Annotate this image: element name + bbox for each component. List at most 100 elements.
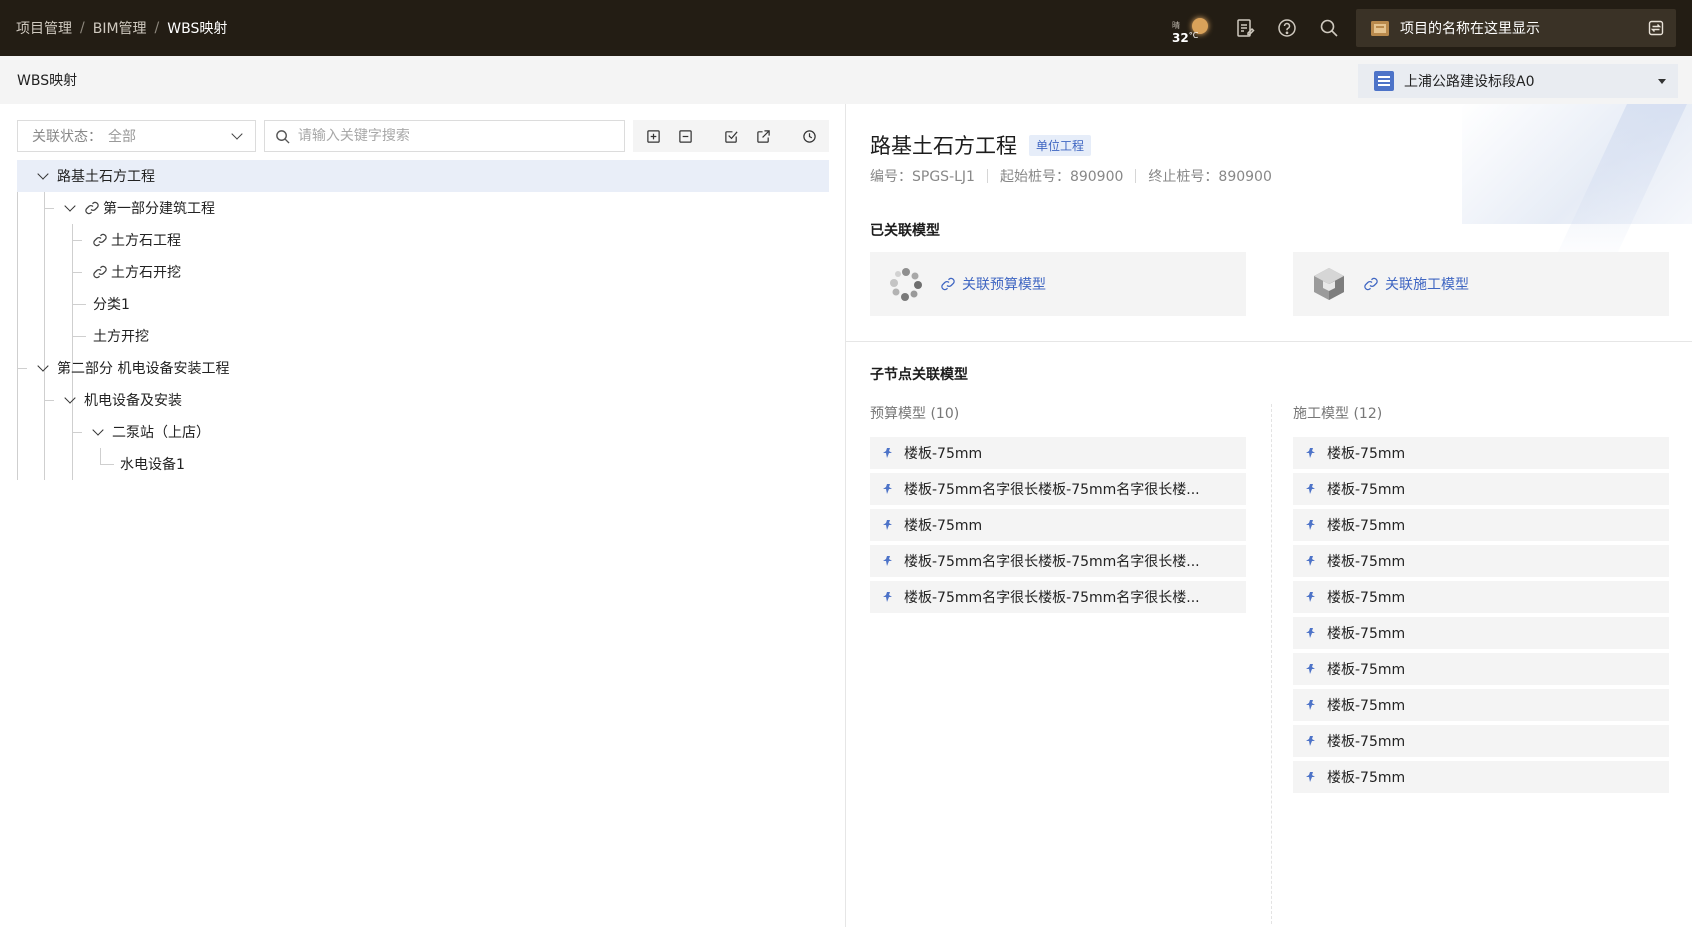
project-switcher[interactable]: 项目的名称在这里显示 [1356, 9, 1676, 47]
column-divider [1271, 404, 1272, 924]
model-pin-icon [1306, 520, 1315, 530]
tree-tools [633, 120, 829, 152]
chevron-down-icon[interactable] [37, 168, 49, 180]
relation-status-value: 全部 [108, 129, 136, 145]
tree-node[interactable]: 第一部分建筑工程 [17, 192, 829, 224]
tree-node-label: 土方石开挖 [111, 265, 181, 281]
tree-node-label: 第二部分 机电设备安装工程 [57, 361, 230, 377]
section-select[interactable]: 上浦公路建设标段A0 [1358, 64, 1678, 98]
list-item[interactable]: 楼板-75mm [1293, 725, 1669, 757]
construction-model-card[interactable]: 关联施工模型 [1293, 252, 1669, 316]
tree-node-label: 水电设备1 [120, 457, 185, 473]
model-pin-icon [1306, 628, 1315, 638]
tree-node[interactable]: 路基土石方工程 [17, 160, 829, 192]
list-item[interactable]: 楼板-75mm [870, 437, 1246, 469]
relation-status-select[interactable]: 关联状态： 全部 [17, 120, 256, 152]
export-icon[interactable] [747, 120, 779, 152]
wbs-tree: 路基土石方工程 第一部分建筑工程 土方石工程 土方石开挖 分类1 土方开挖 第二… [17, 160, 829, 480]
list-item[interactable]: 楼板-75mm [1293, 689, 1669, 721]
list-item[interactable]: 楼板-75mm名字很长楼板-75mm名字很长楼... [870, 473, 1246, 505]
chevron-down-icon[interactable] [92, 424, 104, 436]
collapse-all-icon[interactable] [669, 120, 701, 152]
section-icon [1374, 71, 1394, 91]
list-item[interactable]: 楼板-75mm [870, 509, 1246, 541]
child-models-heading: 子节点关联模型 [870, 367, 968, 383]
detail-meta: 编号：SPGS-LJ1 起始桩号：890900 终止桩号：890900 [870, 166, 1272, 186]
tree-node-label: 土方石工程 [111, 233, 181, 249]
breadcrumb-item[interactable]: BIM管理 [93, 18, 147, 38]
tree-node-label: 路基土石方工程 [57, 169, 155, 185]
model-pin-icon [1306, 700, 1315, 710]
tree-node-label: 土方开挖 [93, 329, 149, 345]
list-item[interactable]: 楼板-75mm [1293, 545, 1669, 577]
link-construction-model-button[interactable]: 关联施工模型 [1385, 274, 1469, 294]
model-pin-icon [1306, 736, 1315, 746]
history-icon[interactable] [793, 120, 825, 152]
tree-node-label: 机电设备及安装 [84, 393, 182, 409]
chevron-down-icon[interactable] [37, 360, 49, 372]
expand-all-icon[interactable] [637, 120, 669, 152]
tree-node[interactable]: 二泵站（上店） [17, 416, 829, 448]
breadcrumb-item[interactable]: 项目管理 [16, 18, 72, 38]
tree-node[interactable]: 第二部分 机电设备安装工程 [17, 352, 829, 384]
weather-temp: 32°C [1172, 31, 1199, 45]
link-icon [93, 265, 107, 279]
start-station-text: 起始桩号：890900 [999, 169, 1124, 185]
list-item[interactable]: 楼板-75mm [1293, 581, 1669, 613]
check-icon[interactable] [715, 120, 747, 152]
model-pin-icon [883, 448, 892, 458]
section-select-value: 上浦公路建设标段A0 [1404, 74, 1535, 90]
search-input[interactable] [297, 128, 614, 144]
model-pin-icon [883, 484, 892, 494]
tree-node-label: 第一部分建筑工程 [103, 201, 215, 217]
tree-node[interactable]: 土方开挖 [17, 320, 829, 352]
tree-node-label: 分类1 [93, 297, 130, 313]
model-pin-icon [1306, 484, 1315, 494]
link-icon [93, 233, 107, 247]
tree-node[interactable]: 机电设备及安装 [17, 384, 829, 416]
list-item[interactable]: 楼板-75mm [1293, 437, 1669, 469]
tree-node[interactable]: 土方石开挖 [17, 256, 829, 288]
help-icon[interactable] [1266, 8, 1308, 48]
list-item[interactable]: 楼板-75mm [1293, 473, 1669, 505]
tree-node[interactable]: 分类1 [17, 288, 829, 320]
notes-icon[interactable] [1224, 8, 1266, 48]
model-pin-icon [883, 556, 892, 566]
meta-divider [1135, 169, 1137, 183]
link-icon [85, 201, 99, 215]
list-item[interactable]: 楼板-75mm [1293, 653, 1669, 685]
chevron-down-icon[interactable] [64, 392, 76, 404]
list-item[interactable]: 楼板-75mm名字很长楼板-75mm名字很长楼... [870, 545, 1246, 577]
folder-icon [1371, 21, 1389, 36]
link-budget-model-button[interactable]: 关联预算模型 [962, 274, 1046, 294]
type-badge: 单位工程 [1029, 134, 1092, 156]
chevron-down-icon [231, 128, 243, 140]
page-title: WBS映射 [17, 73, 78, 89]
budget-model-card[interactable]: 关联预算模型 [870, 252, 1246, 316]
wbs-tree-panel: 关联状态： 全部 请输入关键字搜索 路基土石方工程 第一部分建筑工程 土方石工程… [0, 104, 846, 927]
list-item[interactable]: 楼板-75mm名字很长楼板-75mm名字很长楼... [870, 581, 1246, 613]
search-icon[interactable] [1308, 8, 1350, 48]
tree-search [263, 120, 625, 152]
model-pin-icon [1306, 592, 1315, 602]
detail-title: 路基土石方工程 [870, 134, 1017, 158]
project-name: 项目的名称在这里显示 [1400, 21, 1540, 37]
budget-model-list: 楼板-75mm 楼板-75mm名字很长楼板-75mm名字很长楼... 楼板-75… [870, 437, 1246, 617]
search-icon [276, 129, 290, 144]
list-item[interactable]: 楼板-75mm [1293, 509, 1669, 541]
chevron-down-icon[interactable] [64, 200, 76, 212]
tree-node[interactable]: 土方石工程 [17, 224, 829, 256]
breadcrumb-separator: / [80, 20, 85, 36]
list-item[interactable]: 楼板-75mm [1293, 761, 1669, 793]
switch-icon[interactable] [1648, 20, 1664, 36]
tree-node-label: 二泵站（上店） [112, 425, 210, 441]
relation-status-label: 关联状态： [32, 129, 102, 145]
tree-node[interactable]: 水电设备1 [17, 448, 829, 480]
list-item[interactable]: 楼板-75mm [1293, 617, 1669, 649]
construction-model-icon [1314, 268, 1344, 300]
model-pin-icon [1306, 772, 1315, 782]
detail-panel: 路基土石方工程 单位工程 编号：SPGS-LJ1 起始桩号：890900 终止桩… [846, 104, 1692, 927]
budget-models-heading: 预算模型 (10) [870, 406, 960, 422]
weather-widget[interactable]: 晴 32°C [1168, 8, 1212, 48]
construction-model-list: 楼板-75mm 楼板-75mm 楼板-75mm 楼板-75mm 楼板-75mm … [1293, 437, 1669, 797]
